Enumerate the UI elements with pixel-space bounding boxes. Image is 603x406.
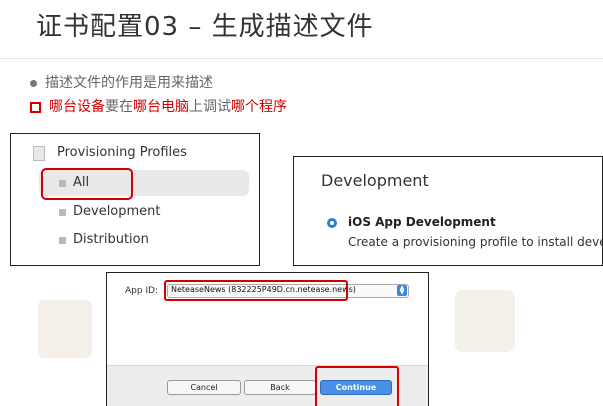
bullet-computer: 哪台电脑 bbox=[133, 99, 189, 115]
ios-app-development-desc: Create a provisioning profile to install… bbox=[348, 235, 602, 249]
highlight-box-all bbox=[41, 168, 133, 200]
bullet-detail: 哪台设备要在哪台电脑上调试哪个程序 bbox=[30, 96, 287, 116]
sidebar-item-development[interactable]: Development bbox=[73, 204, 161, 219]
slide-title: 证书配置03 – 生成描述文件 bbox=[36, 12, 374, 42]
back-button[interactable]: Back bbox=[244, 380, 316, 395]
sidebar-item-development-icon bbox=[59, 209, 66, 216]
bullet-purpose: 描述文件的作用是用来描述 bbox=[30, 72, 213, 92]
bullet-dot-icon bbox=[30, 79, 37, 87]
highlight-box-continue bbox=[315, 366, 399, 406]
watermark-right bbox=[455, 290, 515, 352]
bullet-text-1: 要在 bbox=[105, 99, 133, 115]
title-divider bbox=[0, 58, 603, 59]
bullet-square-icon bbox=[30, 101, 41, 113]
sidebar-item-distribution-icon bbox=[59, 237, 66, 244]
bullet-purpose-text: 描述文件的作用是用来描述 bbox=[45, 75, 213, 91]
ios-app-development-radio[interactable] bbox=[327, 218, 337, 228]
provisioning-profiles-panel: Provisioning Profiles All Development Di… bbox=[10, 133, 260, 266]
bullet-program: 哪个程序 bbox=[231, 99, 287, 115]
sidebar-item-distribution[interactable]: Distribution bbox=[73, 232, 149, 247]
highlight-box-appid bbox=[164, 280, 348, 301]
select-stepper-icon[interactable]: ▲ ▼ bbox=[397, 285, 407, 296]
ios-app-development-label[interactable]: iOS App Development bbox=[348, 215, 496, 229]
profiles-header: Provisioning Profiles bbox=[57, 145, 187, 160]
bullet-text-2: 上调试 bbox=[189, 99, 231, 115]
app-id-panel: App ID: NeteaseNews (832225P49D.cn.netea… bbox=[106, 272, 429, 406]
document-icon bbox=[33, 146, 45, 161]
development-panel: Development iOS App Development Create a… bbox=[293, 156, 603, 266]
cancel-button[interactable]: Cancel bbox=[167, 380, 241, 395]
app-id-label: App ID: bbox=[125, 286, 159, 296]
bullet-device: 哪台设备 bbox=[49, 99, 105, 115]
development-heading: Development bbox=[321, 171, 429, 190]
watermark-left bbox=[38, 300, 92, 358]
